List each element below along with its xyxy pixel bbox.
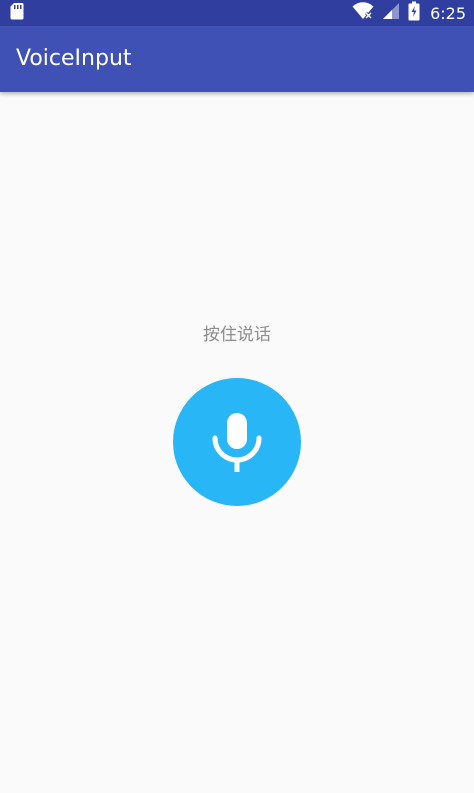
mic-button[interactable]	[173, 378, 301, 506]
app-title: VoiceInput	[16, 46, 132, 71]
status-time: 6:25	[430, 3, 466, 23]
status-right: 6:25	[352, 0, 466, 26]
main-content: 按住说话	[0, 92, 474, 793]
sd-card-icon	[10, 2, 24, 24]
status-bar: 6:25	[0, 0, 474, 26]
microphone-icon	[212, 413, 262, 472]
signal-icon	[382, 2, 400, 24]
battery-icon	[408, 1, 420, 25]
status-left	[10, 2, 24, 24]
app-bar: VoiceInput	[0, 26, 474, 92]
hold-to-talk-hint: 按住说话	[203, 325, 271, 345]
wifi-icon	[352, 2, 374, 24]
